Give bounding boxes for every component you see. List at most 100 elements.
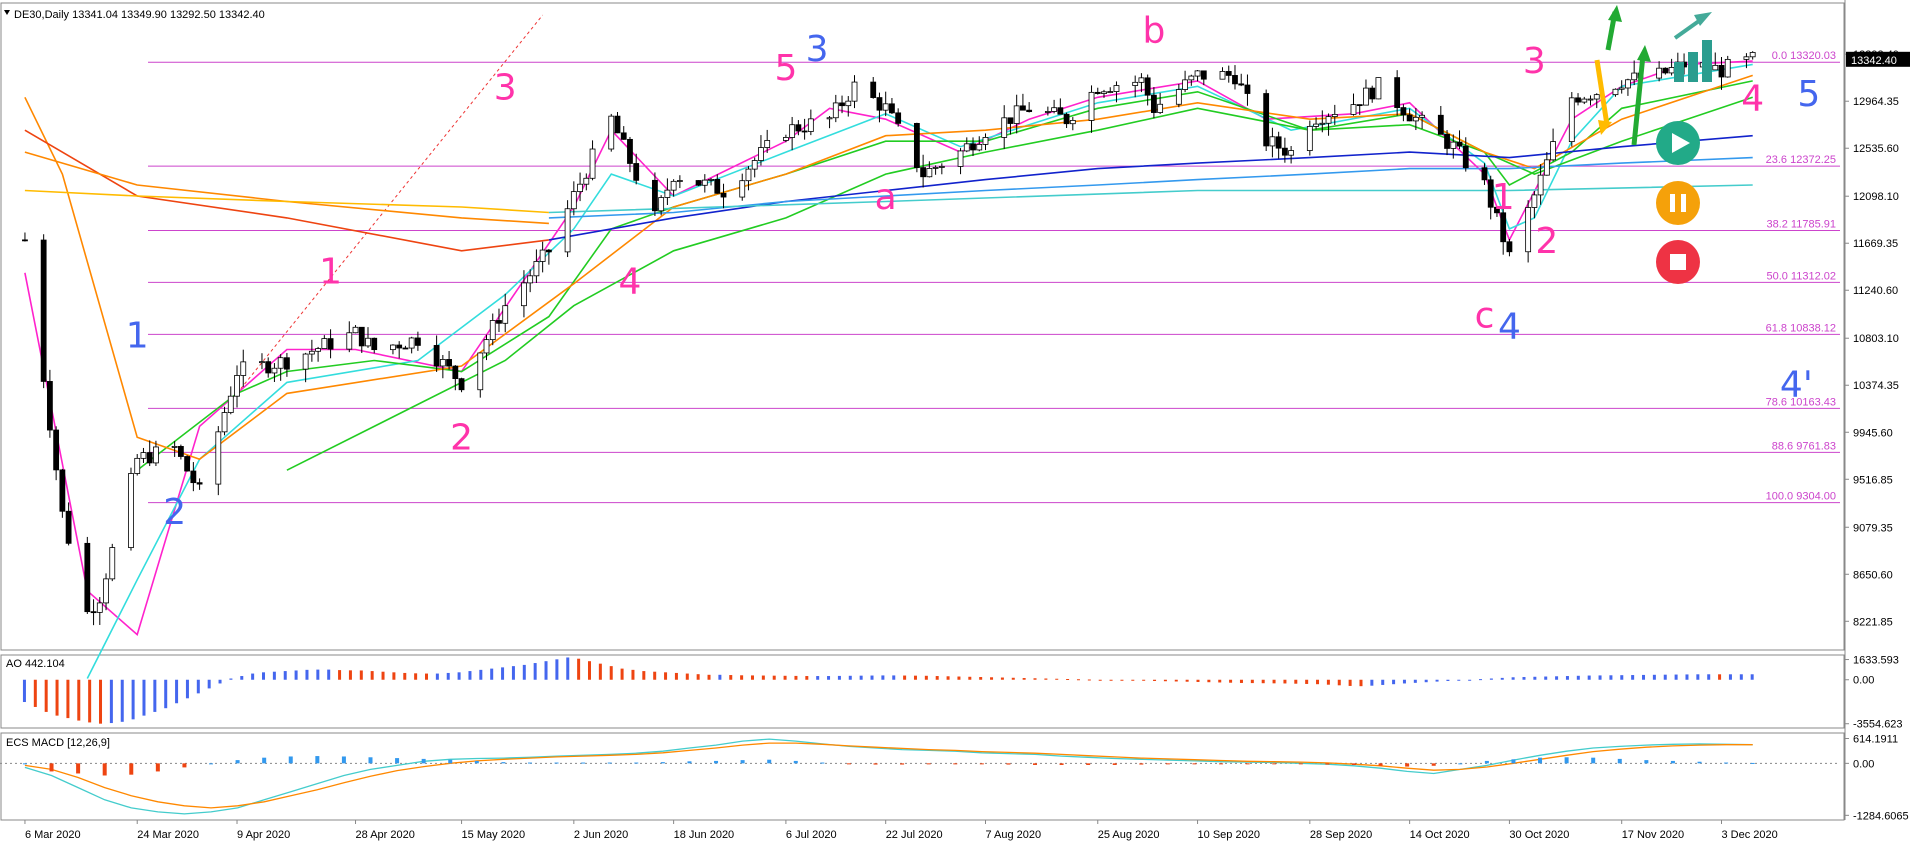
candle-body-163 — [1450, 141, 1457, 149]
ao-bar-37 — [424, 673, 428, 680]
ao-bar-100 — [1109, 679, 1113, 681]
candle-body-6 — [84, 542, 91, 613]
candle-body-187 — [1662, 67, 1669, 74]
candle-body-145 — [1288, 150, 1295, 156]
macd-histogram-bar-43 — [1165, 763, 1170, 765]
macd-histogram-bar-28 — [767, 759, 772, 764]
ao-bar-35 — [403, 672, 407, 680]
ao-bar-84 — [935, 676, 939, 680]
ao-bar-8 — [109, 679, 113, 724]
ao-bar-137 — [1511, 677, 1515, 680]
price-tick-label-6: 10803.10 — [1853, 333, 1899, 345]
candle-body-3 — [53, 429, 60, 471]
ao-bar-144 — [1587, 675, 1591, 680]
candle-body-160 — [1419, 114, 1426, 118]
macd-histogram-bar-56 — [1511, 759, 1516, 764]
candle-body-1 — [40, 239, 47, 382]
pause-bar-right-icon — [1681, 194, 1686, 212]
ao-bar-70 — [783, 675, 787, 680]
macd-histogram-bar-38 — [1033, 763, 1038, 765]
candle-body-8 — [96, 602, 103, 613]
price-tick-label-5: 11240.60 — [1853, 285, 1898, 297]
ao-bar-18 — [218, 679, 222, 684]
ao-bar-104 — [1153, 679, 1157, 681]
ao-bar-130 — [1435, 679, 1439, 682]
macd-histogram-bar-33 — [900, 763, 905, 765]
candle-body-50 — [458, 378, 465, 391]
candle-body-67 — [614, 115, 621, 134]
candle-body-85 — [764, 140, 771, 148]
candle-body-140 — [1244, 84, 1251, 94]
ao-bar-0 — [22, 679, 26, 703]
ao-bar-20 — [240, 676, 244, 680]
candle-body-76 — [695, 180, 702, 186]
fib-label-6: 88.6 9761.83 — [1772, 440, 1836, 452]
ao-bar-88 — [979, 677, 983, 680]
macd-histogram-bar-51 — [1378, 763, 1383, 766]
macd-histogram-bar-18 — [501, 762, 506, 764]
candle-body-195 — [1724, 58, 1731, 78]
ao-bar-45 — [511, 666, 515, 680]
candle-body-83 — [751, 160, 758, 170]
ao-tick-label-0: 1633.593 — [1853, 655, 1899, 667]
candle-body-45 — [414, 337, 421, 346]
candle-body-127 — [1138, 77, 1145, 83]
wave-label-13: c — [1475, 296, 1495, 337]
time-tick-label-4: 15 May 2020 — [462, 829, 526, 841]
price-tick-label-12: 8221.85 — [1853, 616, 1893, 628]
candle-body-146 — [1306, 126, 1313, 151]
wave-label-0: 1 — [126, 315, 149, 356]
ao-bar-140 — [1544, 676, 1548, 680]
ao-bar-10 — [131, 679, 135, 720]
stop-square-icon — [1670, 254, 1686, 270]
ao-tick-label-1: 0.00 — [1853, 675, 1874, 687]
symbol-header: DE30,Daily 13341.04 13349.90 13292.50 13… — [14, 9, 265, 21]
wave-label-7: 3 — [806, 29, 829, 70]
ao-bar-151 — [1663, 674, 1667, 680]
ao-bar-22 — [262, 672, 266, 680]
fib-label-0: 0.0 13320.03 — [1772, 50, 1836, 62]
candle-body-87 — [789, 124, 796, 138]
ao-bar-148 — [1631, 675, 1635, 680]
macd-histogram-bar-4 — [129, 763, 134, 775]
macd-label: ECS MACD [12,26,9] — [6, 737, 110, 749]
candle-body-80 — [720, 192, 727, 198]
time-tick-label-7: 6 Jul 2020 — [786, 829, 837, 841]
candle-body-138 — [1232, 75, 1238, 85]
candle-body-29 — [277, 357, 284, 369]
ao-bar-25 — [294, 670, 298, 680]
macd-histogram-bar-62 — [1670, 760, 1675, 764]
candle-body-11 — [128, 473, 134, 548]
wave-label-15: 4 — [1741, 78, 1764, 119]
candle-body-148 — [1319, 122, 1326, 125]
candle-body-182 — [1618, 87, 1625, 90]
candle-body-17 — [177, 446, 184, 457]
macd-histogram-bar-47 — [1272, 763, 1277, 765]
fib-label-3: 50.0 11312.02 — [1766, 270, 1836, 282]
candle-body-2 — [46, 381, 53, 431]
candle-body-42 — [396, 344, 403, 349]
candle-body-142 — [1269, 136, 1276, 147]
macd-histogram-bar-10 — [288, 756, 293, 764]
ao-bar-127 — [1402, 679, 1406, 684]
candle-body-153 — [1363, 87, 1369, 106]
ao-bar-62 — [696, 674, 700, 680]
ao-bar-143 — [1576, 675, 1580, 680]
candle-body-20 — [196, 482, 203, 485]
ao-bar-44 — [501, 667, 505, 680]
candle-body-57 — [527, 275, 534, 284]
candle-body-55 — [502, 305, 509, 324]
candle-body-177 — [1575, 97, 1581, 103]
ao-bar-75 — [837, 675, 841, 680]
ao-bar-64 — [718, 674, 722, 680]
ao-bar-103 — [1142, 679, 1146, 681]
candle-body-75 — [676, 180, 683, 182]
wave-label-17: 4' — [1780, 365, 1813, 406]
macd-histogram-bar-6 — [182, 763, 187, 768]
ao-bar-96 — [1066, 679, 1070, 681]
ao-bar-31 — [359, 670, 363, 680]
macd-histogram-bar-23 — [634, 762, 639, 764]
candle-body-111 — [1001, 117, 1008, 138]
wave-label-5: 4 — [619, 262, 642, 303]
ao-bar-129 — [1424, 679, 1428, 683]
